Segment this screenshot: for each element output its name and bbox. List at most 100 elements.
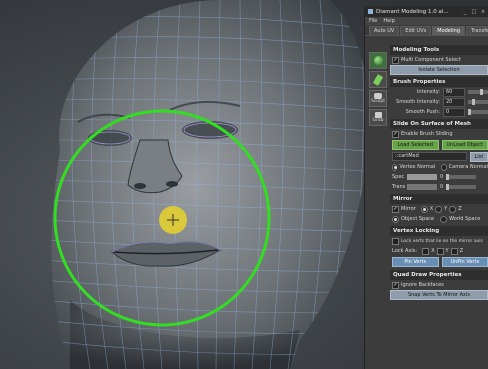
load-buttons-row: Load Selected UnLoad Object [390, 139, 488, 151]
vertex-normal-label: Vertex Normal [399, 164, 436, 170]
trans-slider[interactable] [446, 184, 477, 190]
ignore-backfaces-checkbox[interactable]: ✓ [392, 281, 399, 289]
lock-z-checkbox[interactable] [450, 247, 458, 255]
enable-sliding-row: ✓ Enable Brush Sliding [390, 129, 488, 139]
menu-bar: File Help [365, 17, 488, 25]
intensity-slider[interactable] [468, 89, 488, 95]
mirror-y-label: Y [444, 206, 448, 212]
object-field[interactable]: ::cartMed [392, 152, 467, 161]
smooth-push-label: Smooth Push: [405, 109, 440, 115]
mirror-x-label: X [429, 206, 434, 212]
intensity-row: Intensity: 60 [390, 87, 488, 97]
smooth-intensity-row: Smooth Intensity: 20 [390, 97, 488, 107]
object-row: ::cartMed List [390, 151, 488, 162]
trans-row: Trans 0 [390, 182, 488, 192]
enable-sliding-label: Enable Brush Sliding [401, 131, 453, 137]
mirror-checkbox[interactable]: ✓ [392, 205, 399, 213]
tab-transfer[interactable]: Transfer [466, 26, 488, 35]
lock-verts-label: Lock verts that lie on the mirror axis [401, 238, 483, 244]
spec-slider[interactable] [446, 174, 477, 180]
window-title: Diamant Modeling 1.0 al... [376, 8, 449, 15]
multi-component-checkbox[interactable]: ✓ [392, 56, 399, 64]
spec-row: Spec 0 [390, 172, 488, 182]
brush-icon [372, 73, 384, 86]
trans-swatch[interactable] [407, 184, 437, 190]
panel-content: Modeling Tools ✓ Multi Component Select … [390, 43, 488, 300]
unpin-verts-button[interactable]: UnPin Verts [441, 257, 488, 267]
object-space-label: Object Space [401, 216, 435, 222]
mirror-label: Mirror [401, 206, 416, 212]
smooth-intensity-label: Smooth Intensity: [396, 99, 440, 105]
quad-draw-header: Quad Draw Properties [390, 270, 488, 280]
grab-label: Grab [372, 118, 384, 123]
app-icon [368, 9, 373, 14]
camera-normal-label: Camera Normal [448, 164, 488, 170]
grab-tool[interactable]: Grab [369, 109, 387, 126]
spec-label: Spec [392, 174, 405, 180]
snap-verts-button[interactable]: Snap Verts To Mirror Axis [390, 290, 488, 300]
smooth-intensity-field[interactable]: 20 [443, 97, 465, 107]
mirror-y-radio[interactable] [435, 205, 443, 213]
tab-auto-uv[interactable]: Auto UV [369, 26, 400, 35]
lock-x-label: X [431, 248, 435, 254]
minimize-icon[interactable]: _ [462, 9, 468, 15]
mirror-header: Mirror [390, 194, 488, 204]
normal-mode-row: Vertex Normal Camera Normal [390, 162, 488, 172]
intensity-label: Intensity: [416, 89, 440, 95]
smooth-intensity-slider[interactable] [468, 99, 488, 105]
tab-bar: Auto UV Edit UVs Modeling Transfer [365, 25, 488, 36]
maximize-icon[interactable]: □ [471, 9, 477, 15]
lock-z-label: Z [459, 248, 463, 254]
enable-sliding-checkbox[interactable]: ✓ [392, 130, 399, 138]
space-row: Object Space World Space [390, 214, 488, 224]
lock-y-checkbox[interactable] [436, 247, 444, 255]
camera-normal-radio[interactable] [441, 163, 447, 171]
load-selected-button[interactable]: Load Selected [392, 140, 439, 150]
diamant-panel: Diamant Modeling 1.0 al... _ □ × File He… [364, 6, 488, 369]
window-titlebar[interactable]: Diamant Modeling 1.0 al... _ □ × [365, 6, 488, 17]
vertex-normal-radio[interactable] [392, 163, 398, 171]
multi-component-label: Multi Component Select [401, 57, 461, 63]
lock-verts-row: Lock verts that lie on the mirror axis [390, 236, 488, 246]
sculpt-tool[interactable]: Sculpt [369, 90, 387, 107]
sculpt-label: Sculpt [370, 99, 386, 104]
smooth-push-slider[interactable] [468, 109, 488, 115]
mirror-z-label: Z [458, 206, 462, 212]
spec-value: 0 [440, 174, 444, 180]
brush-tool[interactable] [369, 71, 387, 88]
menu-file[interactable]: File [369, 18, 377, 24]
lock-x-checkbox[interactable] [422, 247, 430, 255]
lock-axis-label: Lock Axis: [392, 248, 418, 254]
tab-edit-uvs[interactable]: Edit UVs [400, 26, 432, 35]
world-space-label: World Space [449, 216, 481, 222]
mirror-row: ✓ Mirror X Y Z [390, 204, 488, 214]
menu-help[interactable]: Help [383, 18, 394, 24]
unload-object-button[interactable]: UnLoad Object [441, 140, 488, 150]
isolate-selection-button[interactable]: Isolate Selection [390, 65, 488, 75]
smooth-push-row: Smooth Push: 0 [390, 107, 488, 117]
spec-swatch[interactable] [407, 174, 437, 180]
sphere-tool[interactable] [369, 52, 387, 69]
pin-verts-button[interactable]: Pin Verts [392, 257, 439, 267]
lock-axis-row: Lock Axis: X Y Z [390, 246, 488, 256]
close-icon[interactable]: × [480, 9, 486, 15]
smooth-push-field[interactable]: 0 [443, 107, 465, 117]
lock-verts-checkbox[interactable] [392, 237, 399, 245]
pin-buttons-row: Pin Verts UnPin Verts [390, 256, 488, 268]
tab-modeling[interactable]: Modeling [432, 26, 465, 35]
list-button[interactable]: List [470, 151, 488, 162]
lock-y-label: Y [445, 248, 449, 254]
tool-column: Sculpt Grab [369, 52, 387, 128]
mirror-z-radio[interactable] [449, 205, 457, 213]
mirror-x-radio[interactable] [420, 205, 428, 213]
ignore-backfaces-label: Ignore Backfaces [401, 282, 444, 288]
object-space-radio[interactable] [392, 215, 399, 223]
sphere-icon [373, 56, 383, 65]
trans-value: 0 [440, 184, 444, 190]
multi-component-row: ✓ Multi Component Select [390, 55, 488, 65]
intensity-field[interactable]: 60 [443, 87, 465, 97]
ignore-backfaces-row: ✓ Ignore Backfaces [390, 280, 488, 290]
world-space-radio[interactable] [440, 215, 448, 223]
brush-properties-header: Brush Properties [390, 77, 488, 87]
slide-surface-header: Slide On Surface of Mesh [390, 119, 488, 129]
